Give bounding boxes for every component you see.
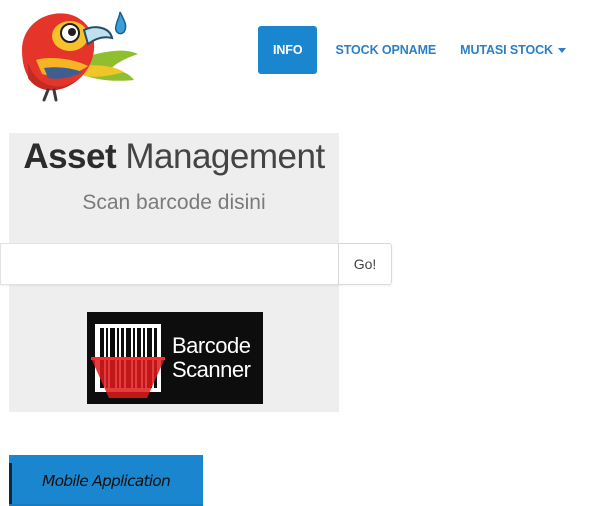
barcode-scanner-icon bbox=[91, 324, 165, 398]
nav-item-label: INFO bbox=[273, 43, 303, 57]
nav-item-label: STOCK OPNAME bbox=[335, 43, 437, 57]
title-bold: Asset bbox=[23, 137, 117, 176]
title-light: Management bbox=[125, 137, 325, 176]
scanner-text: Barcode Scanner bbox=[172, 333, 251, 382]
scanner-text-line2: Scanner bbox=[172, 357, 251, 382]
page: INFO STOCK OPNAME MUTASI STOCK Asset Man… bbox=[0, 0, 603, 506]
nav-item-mutasi-stock[interactable]: MUTASI STOCK bbox=[448, 26, 578, 74]
caret-down-icon bbox=[557, 47, 566, 53]
bird-logo-icon[interactable] bbox=[14, 4, 142, 104]
barcode-scanner-logo[interactable]: Barcode Scanner bbox=[87, 312, 263, 404]
go-button[interactable]: Go! bbox=[338, 243, 392, 285]
nav-item-label: MUTASI STOCK bbox=[460, 43, 553, 57]
mobile-application-button[interactable]: Mobile Application bbox=[9, 455, 203, 506]
barcode-input-group: Go! bbox=[0, 243, 392, 285]
nav-item-stock-opname[interactable]: STOCK OPNAME bbox=[323, 26, 448, 74]
page-subtitle: Scan barcode disini bbox=[82, 191, 266, 214]
main-nav: INFO STOCK OPNAME MUTASI STOCK bbox=[258, 26, 578, 74]
scanner-text-line1: Barcode bbox=[172, 333, 251, 358]
page-title: Asset Management bbox=[9, 137, 339, 177]
nav-item-info[interactable]: INFO bbox=[258, 26, 318, 74]
barcode-input[interactable] bbox=[0, 243, 338, 285]
